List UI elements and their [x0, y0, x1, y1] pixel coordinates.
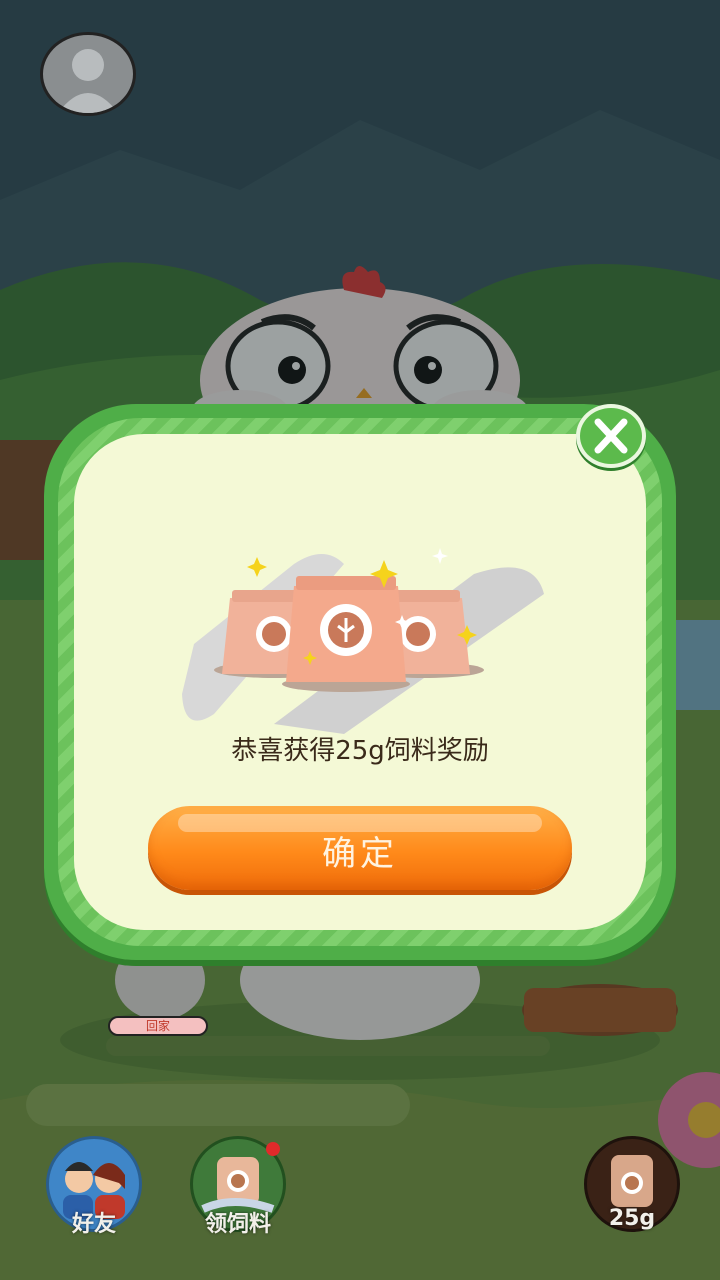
- feed-amount: 25g: [608, 1206, 656, 1231]
- user-avatar[interactable]: [40, 32, 136, 116]
- nest-tag[interactable]: 回家: [108, 1016, 208, 1036]
- close-button[interactable]: [576, 404, 646, 468]
- feed-bag-icon: [286, 576, 406, 682]
- close-icon: [594, 418, 628, 454]
- claim-feed-label: 领饲料: [204, 1212, 271, 1237]
- reward-message: 恭喜获得25g饲料奖励: [231, 736, 489, 766]
- avatar-placeholder-icon: [58, 49, 118, 113]
- confirm-button[interactable]: 确定: [148, 806, 572, 890]
- nest-tag-label: 回家: [145, 1019, 170, 1033]
- reward-illustration: [182, 548, 544, 734]
- reward-dialog: 恭喜获得25g饲料奖励 确定: [44, 404, 676, 960]
- friends-label: 好友: [71, 1212, 116, 1237]
- notification-dot: [266, 1142, 280, 1156]
- confirm-button-label: 确定: [322, 834, 398, 874]
